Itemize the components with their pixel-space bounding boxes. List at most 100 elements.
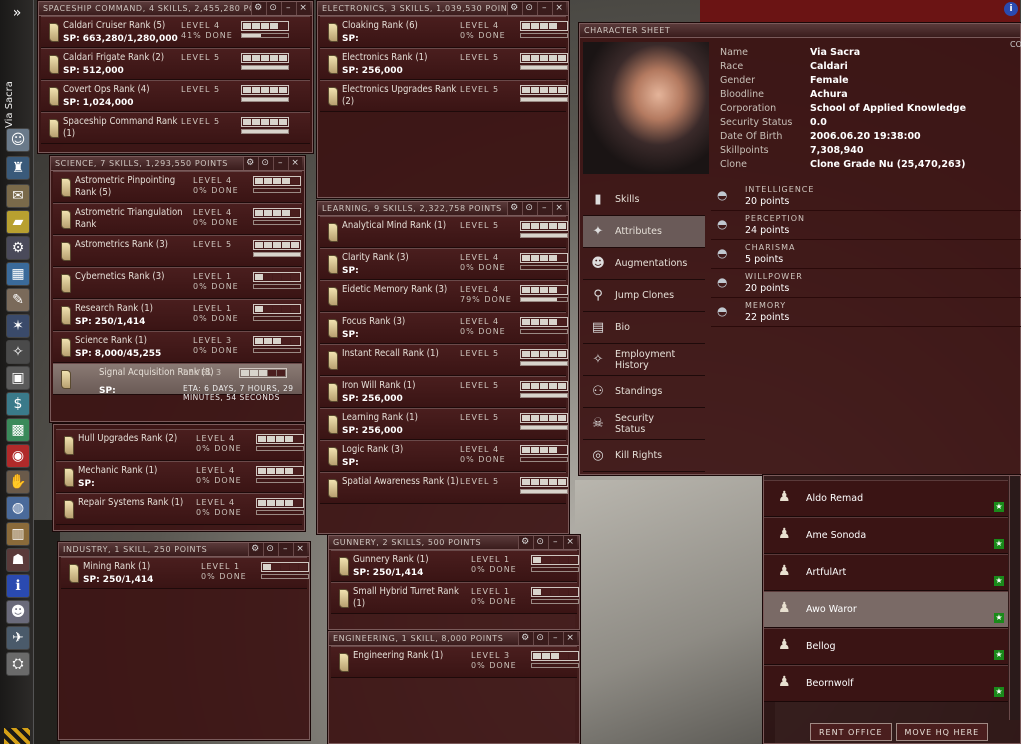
notepad-icon[interactable]: ▰ xyxy=(6,210,30,234)
minimize-icon[interactable]: – xyxy=(273,157,287,170)
nav-item-employment-history[interactable]: ✧ Employment History xyxy=(583,344,705,376)
options-icon[interactable]: ⊙ xyxy=(522,202,536,215)
nav-item-skills[interactable]: ▮ Skills xyxy=(583,184,705,216)
expand-dock-icon[interactable]: » xyxy=(5,4,29,22)
member-row[interactable]: ♟ ArtfulArt ★ xyxy=(764,554,1008,591)
member-row[interactable]: ♟ Bellog ★ xyxy=(764,628,1008,665)
close-icon[interactable]: × xyxy=(293,543,307,556)
minimize-icon[interactable]: – xyxy=(278,543,292,556)
window-title[interactable]: ENGINEERING, 1 SKILL, 8,000 POINTS ⚙ ⊙ – × xyxy=(329,632,579,646)
map-icon[interactable]: ✶ xyxy=(6,314,30,338)
skill-row[interactable]: Mining Rank (1) SP: 250/1,414 LEVEL 1 0% DO… xyxy=(61,557,309,589)
skill-row[interactable]: Spaceship Command Rank (1) LEVEL 5 xyxy=(41,112,310,144)
skill-row[interactable]: Astrometrics Rank (3) LEVEL 5 xyxy=(53,235,302,267)
ships-icon[interactable]: ✈ xyxy=(6,626,30,650)
corporation-icon[interactable]: ✧ xyxy=(6,340,30,364)
window-title[interactable]: INDUSTRY, 1 SKILL, 250 POINTS ⚙ ⊙ – × xyxy=(59,543,309,557)
pin-icon[interactable]: ⚙ xyxy=(243,157,257,170)
window-title[interactable]: LEARNING, 9 SKILLS, 2,322,758 POINTS ⚙ ⊙ –… xyxy=(318,202,568,216)
skill-row[interactable]: Logic Rank (3) SP: LEVEL 4 0% DONE xyxy=(320,440,568,472)
fitting-icon[interactable]: ⚙ xyxy=(6,236,30,260)
nav-item-standings[interactable]: ⚇ Standings xyxy=(583,376,705,408)
window-title[interactable]: ELECTRONICS, 3 SKILLS, 1,039,530 POINTS … xyxy=(318,2,568,16)
close-icon[interactable]: × xyxy=(563,536,577,549)
calculator-icon[interactable]: ▩ xyxy=(6,418,30,442)
close-icon[interactable]: × xyxy=(552,2,566,15)
member-list-scrollbar[interactable] xyxy=(1009,476,1020,720)
market-icon[interactable]: ▦ xyxy=(6,262,30,286)
options-icon[interactable]: ⊙ xyxy=(533,632,547,645)
minimize-icon[interactable]: – xyxy=(537,2,551,15)
pin-icon[interactable]: ⚙ xyxy=(507,202,521,215)
skill-row[interactable]: Small Hybrid Turret Rank (1) LEVEL 1 0% DO… xyxy=(331,582,579,614)
options-icon[interactable]: ⊙ xyxy=(266,2,280,15)
window-title[interactable]: GUNNERY, 2 SKILLS, 500 POINTS ⚙ ⊙ – × xyxy=(329,536,579,550)
options-icon[interactable]: ⊙ xyxy=(533,536,547,549)
skill-row[interactable]: Astrometric Triangulation Rank LEVEL 4 0% … xyxy=(53,203,302,235)
close-icon[interactable]: × xyxy=(552,202,566,215)
skill-row[interactable]: Astrometric Pinpointing Rank (5) LEVEL 40… xyxy=(53,171,302,203)
skill-row[interactable]: Focus Rank (3) SP: LEVEL 4 0% DONE xyxy=(320,312,568,344)
nav-item-augmentations[interactable]: ☻ Augmentations xyxy=(583,248,705,280)
info-icon[interactable]: ℹ xyxy=(6,574,30,598)
minimize-icon[interactable]: – xyxy=(537,202,551,215)
skill-row[interactable]: Caldari Cruiser Rank (5) SP: 663,280/1,28… xyxy=(41,16,310,48)
skill-row[interactable]: Research Rank (1) SP: 250/1,414 LEVEL 1 0% … xyxy=(53,299,302,331)
wallet-icon[interactable]: $ xyxy=(6,392,30,416)
minimize-icon[interactable]: – xyxy=(548,632,562,645)
people-places-icon[interactable]: ♜ xyxy=(6,156,30,180)
nav-item-security-status[interactable]: ☠ Security Status xyxy=(583,408,705,440)
options-icon[interactable]: ⊙ xyxy=(522,2,536,15)
training-skill-row[interactable]: Signal Acquisition Rank (8) SP: LEVEL 3 … xyxy=(53,363,302,402)
skill-row[interactable]: Eidetic Memory Rank (3) LEVEL 4 79% DONE xyxy=(320,280,568,312)
browser-icon[interactable]: ◍ xyxy=(6,496,30,520)
close-icon[interactable]: × xyxy=(563,632,577,645)
minimize-icon[interactable]: – xyxy=(548,536,562,549)
pin-icon[interactable]: ⚙ xyxy=(248,543,262,556)
assets-icon[interactable]: ▣ xyxy=(6,366,30,390)
pin-icon[interactable]: ⚙ xyxy=(518,536,532,549)
move-hq-button[interactable]: MOVE HQ HERE xyxy=(895,723,989,741)
nav-item-bio[interactable]: ▤ Bio xyxy=(583,312,705,344)
nav-item-attributes[interactable]: ✦ Attributes xyxy=(583,216,705,248)
member-row[interactable]: ♟ Aldo Remad ★ xyxy=(764,480,1008,517)
nav-item-jump-clones[interactable]: ⚲ Jump Clones xyxy=(583,280,705,312)
window-title[interactable]: SPACESHIP COMMAND, 4 SKILLS, 2,455,280 P… xyxy=(39,2,312,16)
skill-row[interactable]: Electronics Upgrades Rank (2) LEVEL 5 xyxy=(320,80,568,112)
journal-icon[interactable]: ✎ xyxy=(6,288,30,312)
window-title[interactable]: CHARACTER SHEET xyxy=(580,24,1020,38)
skill-row[interactable]: Clarity Rank (3) SP: LEVEL 4 0% DONE xyxy=(320,248,568,280)
pin-icon[interactable]: ⚙ xyxy=(518,632,532,645)
nav-item-kill-rights[interactable]: ◎ Kill Rights xyxy=(583,440,705,472)
character-sheet-icon[interactable]: ☺ xyxy=(6,128,30,152)
skill-row[interactable]: Learning Rank (1) SP: 256,000 LEVEL 5 xyxy=(320,408,568,440)
skill-row[interactable]: Cloaking Rank (6) SP: LEVEL 4 0% DONE xyxy=(320,16,568,48)
member-row[interactable]: ♟ Beornwolf ★ xyxy=(764,665,1008,702)
pin-icon[interactable]: ⚙ xyxy=(507,2,521,15)
options-icon[interactable]: ⊙ xyxy=(263,543,277,556)
window-title[interactable]: SCIENCE, 7 SKILLS, 1,293,550 POINTS ⚙ ⊙ – × xyxy=(51,157,304,171)
minimize-icon[interactable]: – xyxy=(281,2,295,15)
skill-row[interactable]: Cybernetics Rank (3) LEVEL 1 0% DONE xyxy=(53,267,302,299)
skill-row[interactable]: Instant Recall Rank (1) LEVEL 5 xyxy=(320,344,568,376)
skill-row[interactable]: Iron Will Rank (1) SP: 256,000 LEVEL 5 xyxy=(320,376,568,408)
contracts-icon[interactable]: ✋ xyxy=(6,470,30,494)
options-icon[interactable]: ⊙ xyxy=(258,157,272,170)
help-icon[interactable]: ◉ xyxy=(6,444,30,468)
skill-row[interactable]: Engineering Rank (1) LEVEL 3 0% DONE xyxy=(331,646,579,678)
pin-icon[interactable]: ⚙ xyxy=(251,2,265,15)
skill-row[interactable]: Covert Ops Rank (4) SP: 1,024,000 LEVEL 5 xyxy=(41,80,310,112)
member-row[interactable]: ♟ Awo Waror ★ xyxy=(764,591,1008,628)
portrait-icon[interactable]: ☻ xyxy=(6,600,30,624)
skill-row[interactable]: Repair Systems Rank (1) LEVEL 4 0% DONE xyxy=(56,493,304,525)
skill-row[interactable]: Science Rank (1) SP: 8,000/45,255 LEVEL 30… xyxy=(53,331,302,363)
skill-row[interactable]: Analytical Mind Rank (1) LEVEL 5 xyxy=(320,216,568,248)
info-icon[interactable]: i xyxy=(1004,2,1018,16)
skill-row[interactable]: Mechanic Rank (1) SP: LEVEL 4 0% DONE xyxy=(56,461,304,493)
skill-row[interactable]: Spatial Awareness Rank (1) LEVEL 5 xyxy=(320,472,568,504)
close-icon[interactable]: × xyxy=(296,2,310,15)
mail-icon[interactable]: ✉ xyxy=(6,184,30,208)
items-icon[interactable]: ⛭ xyxy=(6,652,30,676)
skill-row[interactable]: Hull Upgrades Rank (2) LEVEL 4 0% DONE xyxy=(56,429,304,461)
member-row[interactable]: ♟ Ame Sonoda ★ xyxy=(764,517,1008,554)
